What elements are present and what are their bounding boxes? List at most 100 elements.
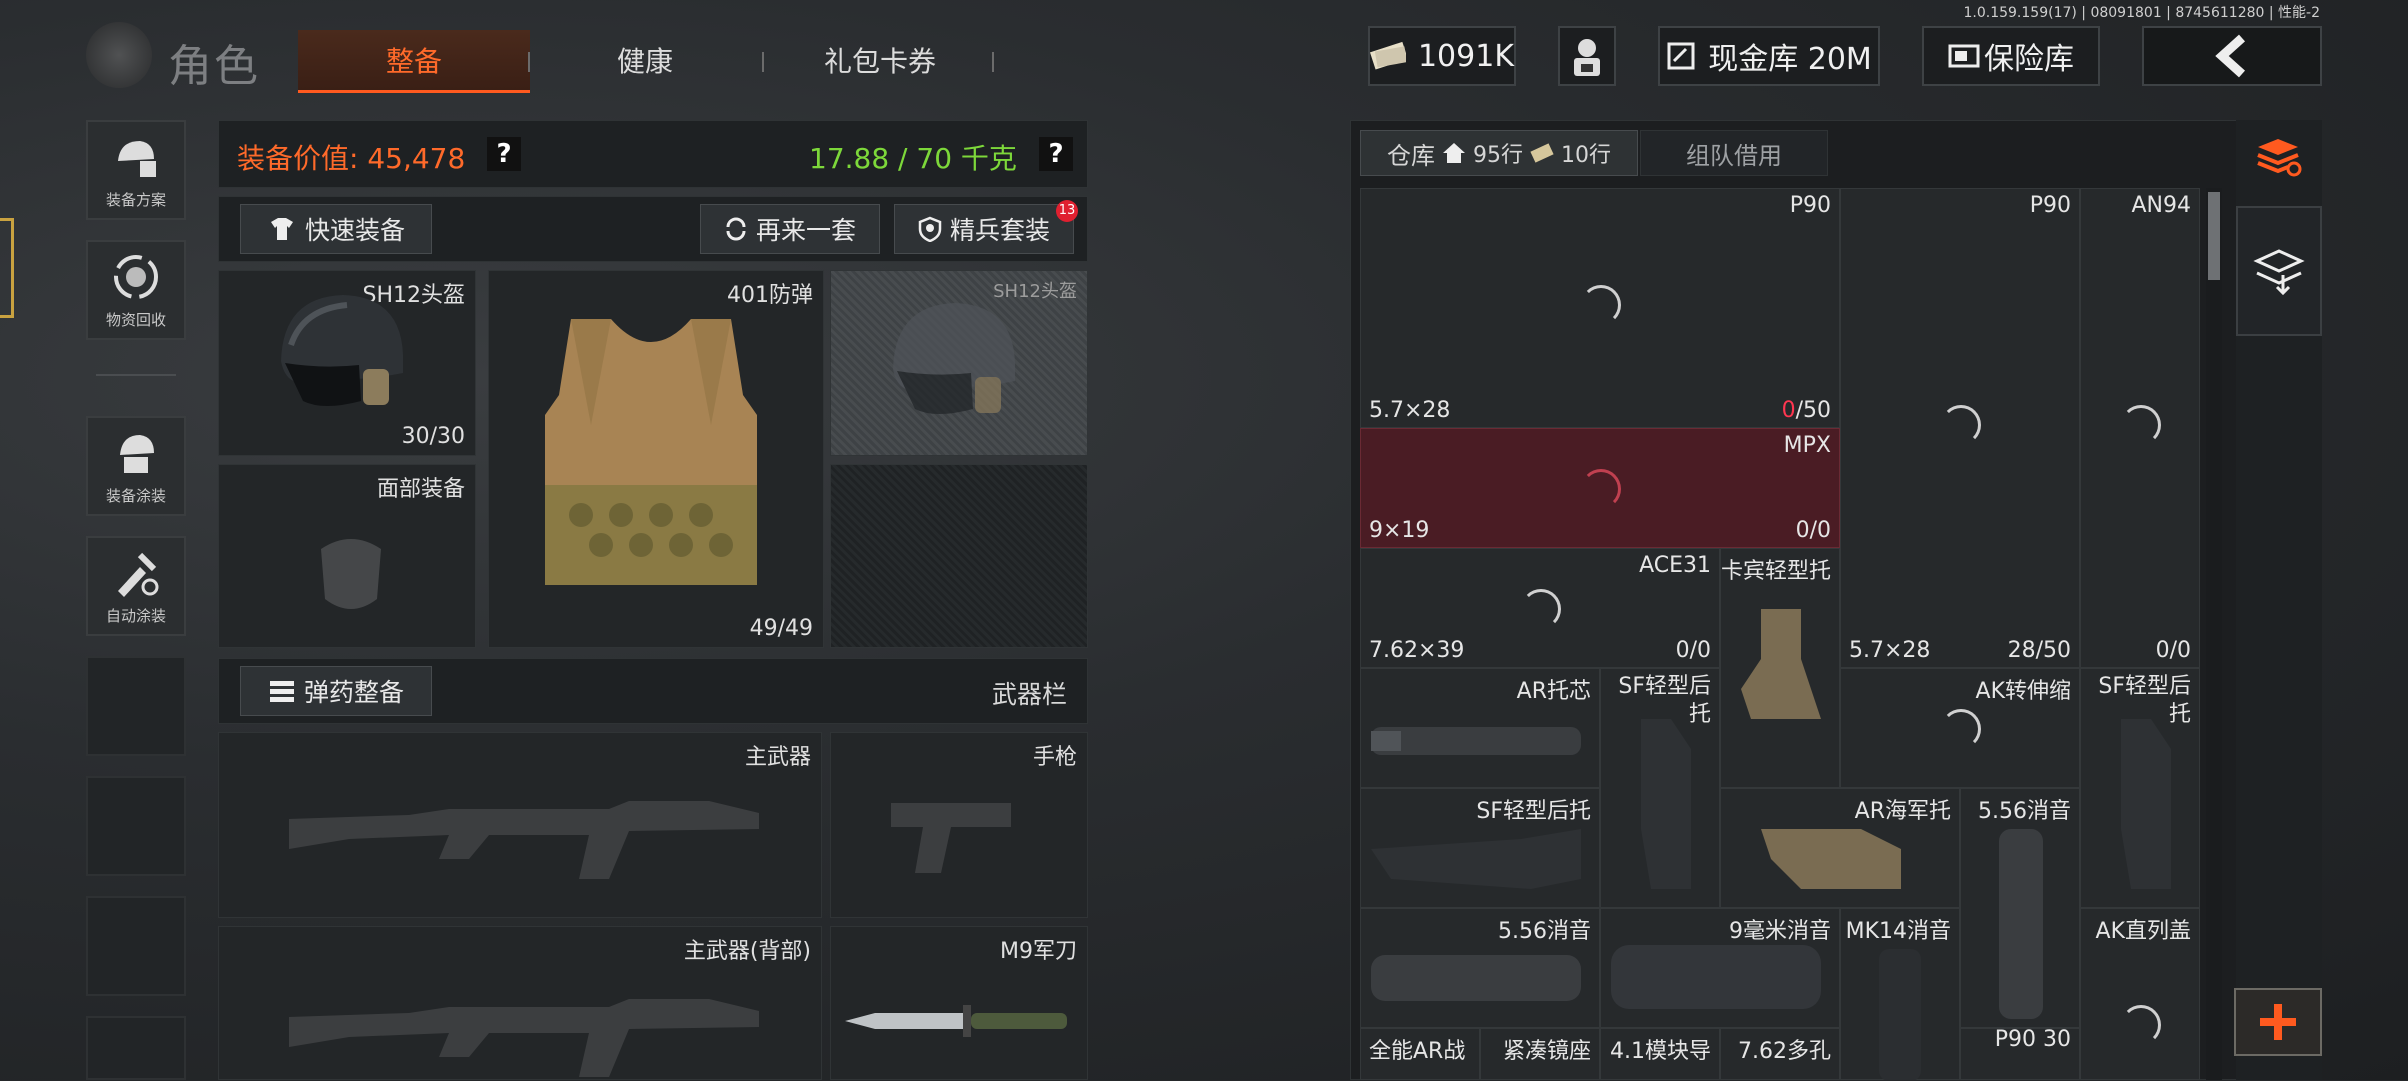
preview-helmet-slot[interactable]: SH12头盔 bbox=[830, 270, 1088, 456]
ammo-prep-button[interactable]: 弹药整备 bbox=[240, 666, 432, 716]
item-name: AR托芯 bbox=[1516, 679, 1591, 704]
sidebar-empty-slot bbox=[86, 896, 186, 996]
safe-box-button[interactable]: 保险库 bbox=[1922, 26, 2100, 86]
empty-gear-slot[interactable] bbox=[830, 464, 1088, 648]
item-name: 卡宾轻型托 bbox=[1720, 559, 1831, 584]
armor-slot[interactable]: 401防弹 49/49 bbox=[488, 270, 824, 648]
vault-icon bbox=[1667, 42, 1695, 70]
loading-spinner bbox=[1581, 469, 1621, 509]
inventory-grid: P90 5.7×28 0/50 P90 5.7×28 28/50 AN94 0/… bbox=[1360, 188, 2200, 1080]
currency-display[interactable]: 1091K bbox=[1368, 26, 1516, 86]
item-name: AK转伸缩 bbox=[1975, 679, 2071, 704]
inventory-item-ar-core[interactable]: AR托芯 bbox=[1360, 668, 1600, 788]
suppressor-icon bbox=[1371, 955, 1581, 1001]
buffer-tube-icon bbox=[1371, 727, 1581, 755]
tab-gift-coupons[interactable]: 礼包卡券 bbox=[790, 30, 970, 90]
item-name: ACE31 bbox=[1639, 553, 1711, 578]
suppressor-icon bbox=[1879, 949, 1921, 1080]
quick-equip-label: 快速装备 bbox=[304, 216, 405, 245]
sort-stack-button[interactable] bbox=[2250, 128, 2308, 186]
inventory-item-ar-navy-stock[interactable]: AR海军托 bbox=[1720, 788, 1960, 908]
weapon-bar-label: 武器栏 bbox=[991, 680, 1067, 709]
back-button[interactable] bbox=[2142, 26, 2322, 86]
sidebar-item-recycle[interactable]: 物资回收 bbox=[86, 240, 186, 340]
item-name: AN94 bbox=[2131, 193, 2191, 218]
item-name: MK14消音 bbox=[1845, 919, 1951, 944]
layers-download-icon bbox=[2253, 249, 2305, 296]
sidebar-item-paint-skin[interactable]: 装备涂装 bbox=[86, 416, 186, 516]
ticket-icon bbox=[1530, 143, 1554, 163]
item-ammo-count: 0/0 bbox=[1795, 518, 1831, 543]
face-mask-icon bbox=[321, 539, 381, 609]
tab-equip[interactable]: 整备 bbox=[298, 30, 530, 93]
inventory-item-p90-second[interactable]: P90 5.7×28 28/50 bbox=[1840, 188, 2080, 668]
sidebar-item-label: 物资回收 bbox=[105, 310, 166, 329]
item-name: P90 bbox=[2029, 193, 2071, 218]
sidebar-empty-slot bbox=[86, 776, 186, 876]
inventory-item-partial[interactable]: 7.62多孔 bbox=[1720, 1028, 1840, 1080]
item-name: MPX bbox=[1783, 433, 1831, 458]
cash-vault-label: 现金库 20M bbox=[1708, 42, 1872, 77]
primary-weapon-slot[interactable]: 主武器 bbox=[218, 732, 822, 918]
back-arrow-icon bbox=[2215, 34, 2246, 78]
inventory-item-suppressor-9mm[interactable]: 9毫米消音 bbox=[1600, 908, 1840, 1028]
tab-team-borrow[interactable]: 组队借用 bbox=[1640, 130, 1828, 176]
back-weapon-slot[interactable]: 主武器(背部) bbox=[218, 926, 822, 1080]
inventory-item-sf-rear-stock-2[interactable]: SF轻型后托 bbox=[2080, 668, 2200, 908]
inventory-item-partial[interactable]: 紧凑镜座 bbox=[1480, 1028, 1600, 1080]
inventory-scrollbar-track[interactable] bbox=[2206, 188, 2222, 1080]
inventory-item-mk14-suppressor[interactable]: MK14消音 bbox=[1840, 908, 1960, 1080]
cash-vault-button[interactable]: 现金库 20M bbox=[1658, 26, 1880, 86]
operator-button[interactable] bbox=[1558, 26, 1616, 86]
inventory-item-partial[interactable]: P90 30 bbox=[1960, 1027, 2080, 1080]
rifle-silhouette-icon bbox=[289, 999, 759, 1077]
value-help-button[interactable]: ? bbox=[487, 137, 521, 171]
shirt-icon bbox=[270, 218, 293, 240]
helmet-slot[interactable]: SH12头盔 30/30 bbox=[218, 270, 476, 456]
inventory-item-suppressor-556-b[interactable]: 5.56消音 bbox=[1360, 908, 1600, 1028]
inventory-item-carbine-stock[interactable]: 卡宾轻型托 bbox=[1720, 548, 1840, 788]
item-name: 紧凑镜座 bbox=[1502, 1039, 1591, 1064]
elite-set-button[interactable]: 精兵套装 bbox=[894, 204, 1074, 254]
inventory-item-ace31[interactable]: ACE31 7.62×39 0/0 bbox=[1360, 548, 1720, 668]
sidebar-item-equipment-plan[interactable]: 装备方案 bbox=[86, 120, 186, 220]
quick-equip-button[interactable]: 快速装备 bbox=[240, 204, 432, 254]
page-title: 角色 bbox=[168, 41, 260, 92]
loading-spinner bbox=[1941, 405, 1981, 445]
pistol-silhouette-icon bbox=[891, 803, 1011, 873]
item-name: P90 30 bbox=[1994, 1027, 2071, 1052]
sidebar-item-auto-paint[interactable]: 自动涂装 bbox=[86, 536, 186, 636]
primary-weapon-label: 主武器 bbox=[744, 745, 811, 770]
inventory-scrollbar-thumb[interactable] bbox=[2208, 192, 2220, 280]
pistol-slot[interactable]: 手枪 bbox=[830, 732, 1088, 918]
inventory-item-ak-cover[interactable]: AK直列盖 bbox=[2080, 908, 2200, 1080]
inventory-item-sf-light-stock[interactable]: SF轻型后托 bbox=[1360, 788, 1600, 908]
inventory-item-mpx[interactable]: MPX 9×19 0/0 bbox=[1360, 428, 1840, 548]
tab-divider bbox=[992, 52, 994, 72]
rifle-silhouette-icon bbox=[289, 801, 759, 879]
sidebar-empty-slot bbox=[86, 1016, 186, 1080]
redo-set-button[interactable]: 再来一套 bbox=[700, 204, 880, 254]
banknote-icon bbox=[1370, 41, 1406, 70]
knife-slot[interactable]: M9军刀 bbox=[830, 926, 1088, 1080]
inventory-item-p90[interactable]: P90 5.7×28 0/50 bbox=[1360, 188, 1840, 428]
tab-health[interactable]: 健康 bbox=[560, 30, 730, 90]
inventory-item-sf-rear-stock[interactable]: SF轻型后托 bbox=[1600, 668, 1720, 908]
weight-help-button[interactable]: ? bbox=[1039, 137, 1073, 171]
inventory-item-partial[interactable]: 全能AR战 bbox=[1360, 1028, 1480, 1080]
sidebar-empty-slot bbox=[86, 656, 186, 756]
loading-spinner bbox=[1581, 285, 1621, 325]
add-button[interactable] bbox=[2234, 988, 2322, 1056]
item-name: 7.62多孔 bbox=[1738, 1039, 1831, 1064]
inventory-item-ak-fold[interactable]: AK转伸缩 bbox=[1840, 668, 2080, 788]
inventory-item-partial[interactable]: 4.1模块导 bbox=[1600, 1028, 1720, 1080]
rows-count-secondary: 10行 bbox=[1561, 143, 1611, 168]
inventory-item-suppressor-556[interactable]: 5.56消音 bbox=[1960, 788, 2080, 1028]
inventory-item-an94[interactable]: AN94 0/0 bbox=[2080, 188, 2200, 668]
item-caliber: 7.62×39 bbox=[1369, 638, 1465, 663]
notification-badge: 13 bbox=[1056, 200, 1078, 222]
quick-store-button[interactable] bbox=[2236, 206, 2322, 336]
item-ammo-count: 0/50 bbox=[1781, 398, 1831, 423]
tab-storage[interactable]: 仓库 95行 10行 bbox=[1360, 130, 1638, 176]
face-gear-slot[interactable]: 面部装备 bbox=[218, 464, 476, 648]
